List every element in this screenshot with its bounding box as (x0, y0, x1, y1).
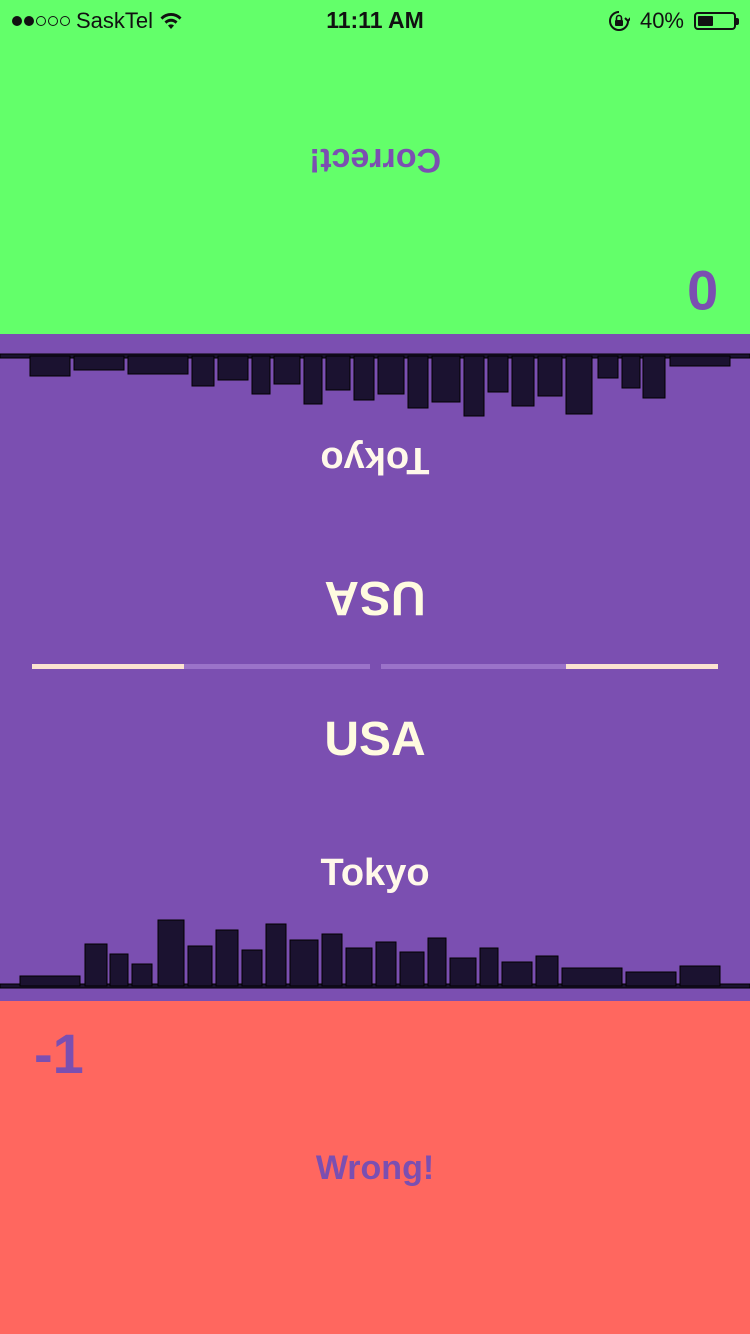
rotation-lock-icon (608, 11, 630, 31)
top-city-label: Tokyo (320, 439, 430, 481)
top-score: 0 (686, 259, 718, 322)
bottom-timer-bar (381, 664, 718, 669)
top-player-panel[interactable]: Correct! 0 (0, 0, 750, 334)
skyline-icon (0, 353, 750, 417)
top-result-label: Correct! (308, 141, 442, 179)
question-card: Tokyo USA USA Tokyo (0, 334, 750, 1001)
bottom-score: -1 (34, 1022, 84, 1085)
bottom-city-label: Tokyo (320, 852, 430, 894)
bottom-country-label: USA (324, 713, 426, 766)
top-timer-bar (32, 664, 370, 669)
bottom-timer-fill (566, 664, 718, 669)
bottom-player-panel[interactable]: -1 Wrong! (0, 1001, 750, 1334)
skyline-icon (0, 919, 750, 989)
battery-icon (694, 12, 739, 30)
battery-percent: 40% (639, 8, 684, 33)
top-country-label: USA (324, 571, 426, 624)
bottom-result-label: Wrong! (315, 1149, 435, 1187)
status-right: 40% (608, 8, 739, 34)
top-timer-fill (32, 664, 185, 669)
status-bar: SaskTel 11:11 AM 40% (0, 0, 750, 40)
